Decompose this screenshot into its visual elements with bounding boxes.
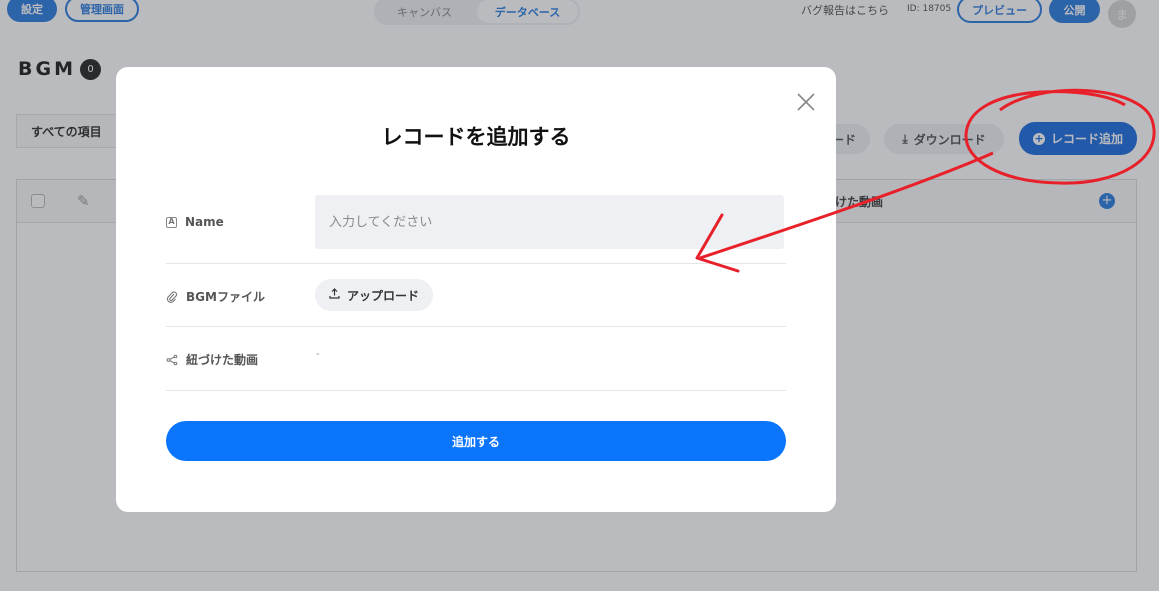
upload-label: アップロード — [346, 288, 419, 303]
text-field-icon: A — [166, 216, 177, 228]
add-record-modal: レコードを追加する A Name BGMファイル アップロード 紐づ — [116, 67, 836, 512]
bgm-file-label-text: BGMファイル — [186, 290, 265, 304]
submit-add-button[interactable]: 追加する — [166, 421, 786, 461]
linked-videos-field-row: 紐づけた動画 - — [166, 327, 786, 391]
name-field-label: A Name — [166, 215, 224, 229]
paperclip-icon — [166, 290, 178, 303]
name-label-text: Name — [185, 215, 224, 229]
linked-videos-field-label: 紐づけた動画 — [166, 351, 258, 368]
linked-videos-value: - — [316, 349, 320, 360]
name-input[interactable] — [315, 195, 784, 249]
modal-title: レコードを追加する — [381, 125, 571, 149]
close-icon[interactable] — [795, 91, 817, 113]
bgm-file-field-row: BGMファイル アップロード — [166, 264, 786, 327]
linked-videos-label-text: 紐づけた動画 — [186, 353, 259, 367]
bgm-file-field-label: BGMファイル — [166, 288, 265, 305]
link-nodes-icon — [166, 354, 178, 366]
upload-button[interactable]: アップロード — [315, 279, 433, 311]
upload-icon — [329, 288, 340, 302]
name-field-row: A Name — [166, 195, 786, 264]
